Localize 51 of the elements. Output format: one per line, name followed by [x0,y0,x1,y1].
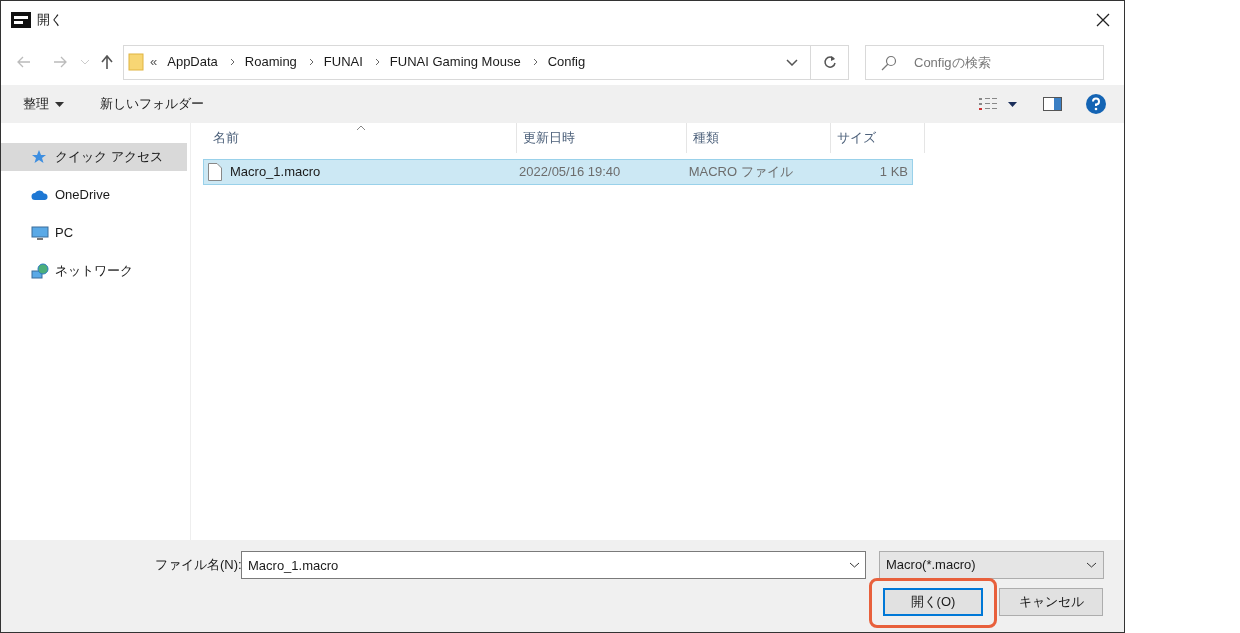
column-header[interactable]: 種類 [687,123,831,153]
address-bar[interactable]: « AppData Roaming FUNAI FUNAI Gaming Mouse Config [123,44,849,80]
close-icon[interactable] [1096,13,1110,27]
chevron-right-icon[interactable] [532,58,538,66]
breadcrumb[interactable]: AppData [167,52,218,72]
column-header[interactable]: 名前 [207,123,517,153]
cancel-button[interactable]: キャンセル [999,588,1103,616]
file-name-field[interactable]: Macro_1.macro [241,551,866,579]
file-name: Macro_1.macro [230,163,321,182]
file-type-dropdown[interactable]: Macro(*.macro) [879,551,1104,579]
preview-pane-icon[interactable] [1043,97,1062,111]
view-options-icon[interactable] [978,97,998,111]
new-folder-button[interactable]: 新しいフォルダー [100,94,204,114]
chevron-right-icon[interactable] [229,58,235,66]
sidebar-item[interactable]: ネットワーク [1,257,187,285]
caret-icon[interactable] [1008,101,1017,107]
breadcrumb[interactable]: FUNAI [323,52,363,72]
search-field[interactable]: Configの検索 [865,44,1104,80]
file-type: MACRO ファイル [687,163,794,182]
sidebar-item[interactable]: クイック アクセス [1,143,187,171]
breadcrumb[interactable]: Config [547,52,586,72]
sidebar-item[interactable]: PC [1,219,187,247]
refresh-icon [822,55,837,69]
file-row[interactable]: Macro_1.macro 2022/05/16 19:40 MACRO ファイル 1 KB [203,159,913,185]
help-icon[interactable] [1086,94,1106,114]
caret-icon [55,101,64,107]
file-name-label: ファイル名(N): [155,556,241,575]
chevron-right-icon[interactable] [374,58,380,66]
chevron-right-icon[interactable] [308,58,314,66]
organize-menu-button[interactable]: 整理 [23,94,64,114]
cloud-icon [31,187,49,203]
folder-icon [128,53,144,71]
file-icon [208,163,222,181]
window-title: 開く [37,11,63,30]
overflow-chevron[interactable]: « [150,52,158,72]
dropdown-chevron-icon[interactable] [849,562,860,568]
column-header[interactable]: サイズ [831,123,925,153]
column-header[interactable]: 更新日時 [517,123,687,153]
monitor-icon [31,225,49,241]
sidebar-item[interactable]: OneDrive [1,181,187,209]
network-icon [31,263,49,279]
breadcrumb[interactable]: FUNAI Gaming Mouse [389,52,521,72]
open-button[interactable]: 開く(O) [883,588,983,616]
app-logo-icon [11,12,31,28]
search-icon [881,54,897,71]
file-size: 1 KB [878,163,909,182]
dropdown-chevron-icon[interactable] [786,58,798,66]
breadcrumb[interactable]: Roaming [244,52,297,72]
modified-date: 2022/05/16 19:40 [518,163,622,182]
up-arrow-icon[interactable] [101,55,113,69]
dropdown-chevron-icon [1086,562,1097,568]
